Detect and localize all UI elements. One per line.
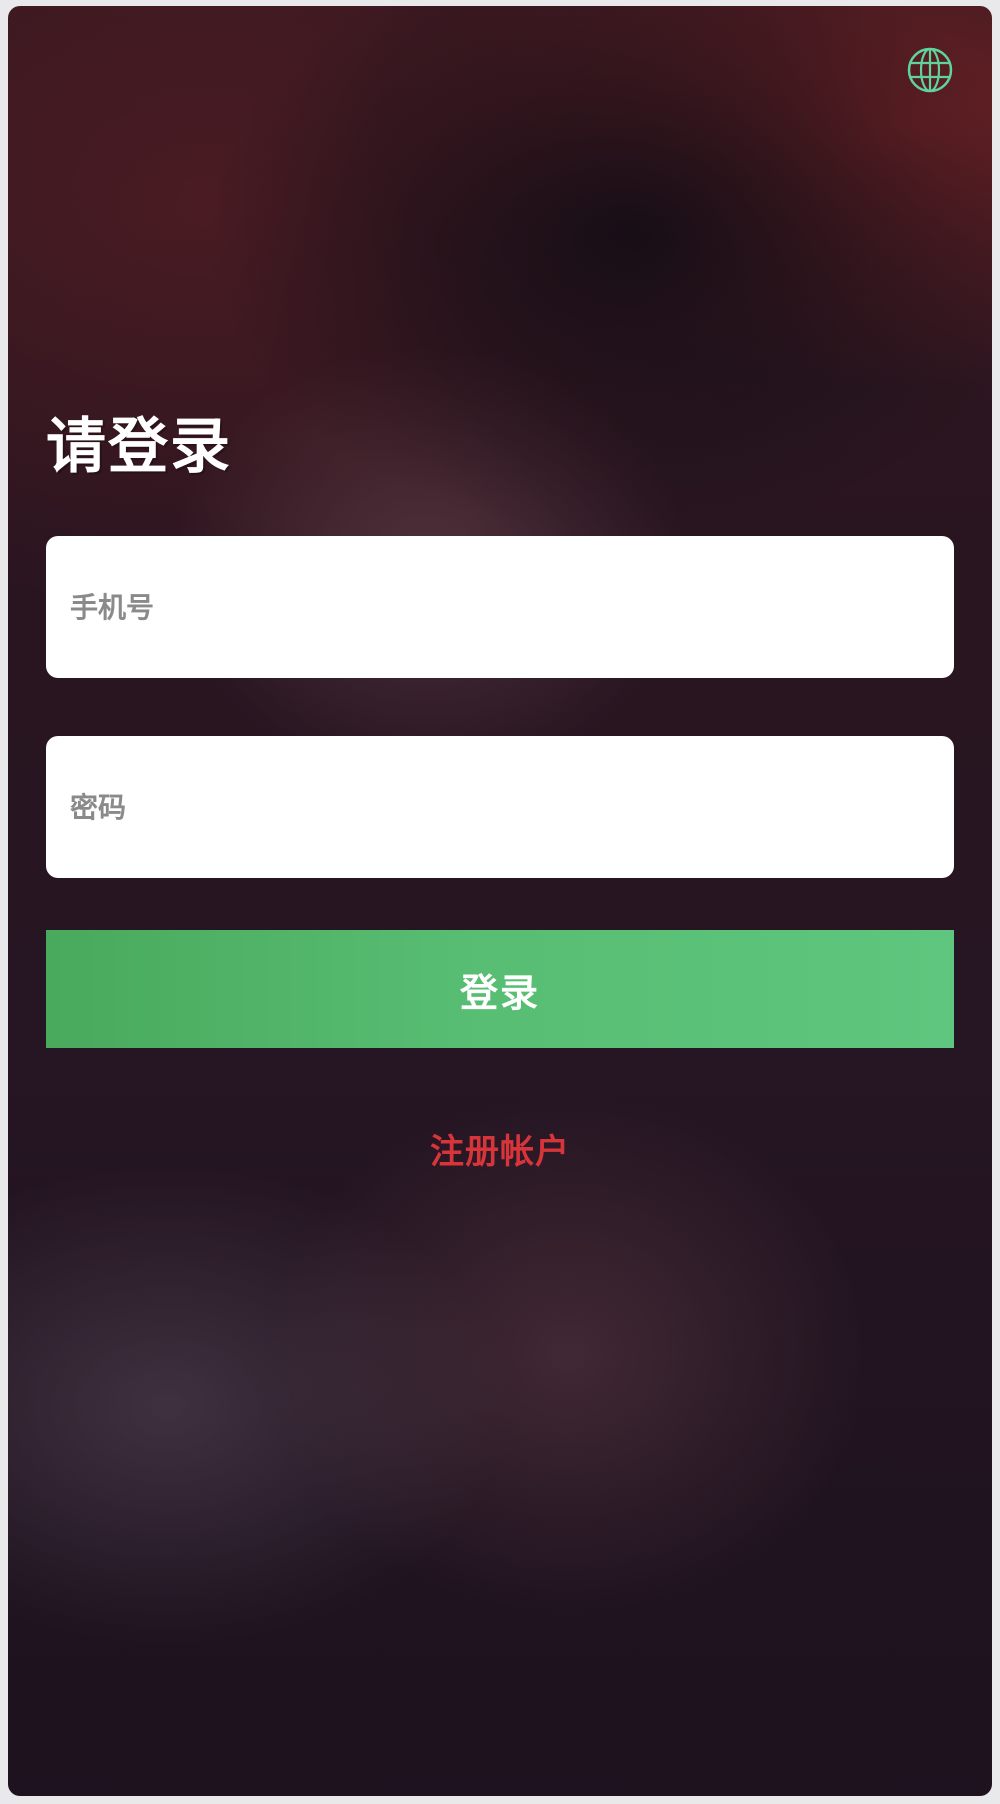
login-button[interactable]: 登录 bbox=[46, 930, 954, 1048]
login-screen: 请登录 登录 注册帐户 bbox=[8, 6, 992, 1796]
globe-icon bbox=[907, 47, 953, 93]
phone-input[interactable] bbox=[46, 536, 954, 678]
register-link[interactable]: 注册帐户 bbox=[8, 1124, 992, 1173]
background-photo bbox=[8, 6, 992, 1796]
password-input[interactable] bbox=[46, 736, 954, 878]
language-button[interactable] bbox=[906, 46, 954, 94]
page-title: 请登录 bbox=[46, 412, 232, 482]
